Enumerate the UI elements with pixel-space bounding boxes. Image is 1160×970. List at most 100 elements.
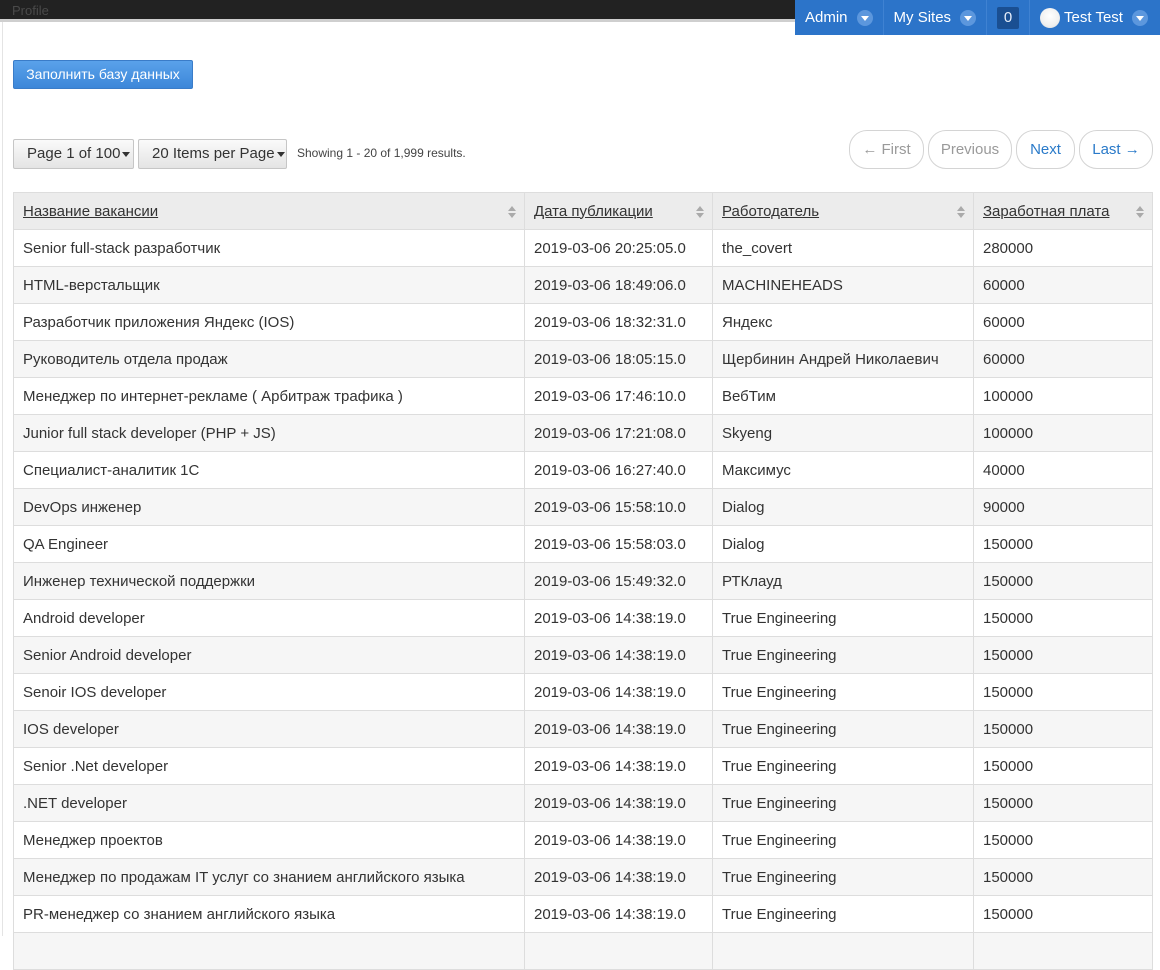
table-row[interactable]: Android developer 2019-03-06 14:38:19.0 Tr… <box>13 599 1153 637</box>
last-page-button[interactable]: Last → <box>1079 130 1153 169</box>
cell-salary: 150000 <box>973 636 1153 674</box>
fill-database-button[interactable]: Заполнить базу данных <box>13 60 193 89</box>
table-row[interactable]: .NET developer 2019-03-06 14:38:19.0 True … <box>13 784 1153 822</box>
cell-employer: Dialog <box>712 525 974 563</box>
column-header-date[interactable]: Дата публикации <box>524 192 713 230</box>
table-row[interactable]: PR-менеджер со знанием английского языка… <box>13 895 1153 933</box>
header-label: Работодатель <box>722 202 820 220</box>
column-header-salary[interactable]: Заработная плата <box>973 192 1153 230</box>
page-select[interactable]: Page 1 of 100 <box>13 139 134 169</box>
cell-salary: 90000 <box>973 488 1153 526</box>
table-row[interactable]: IOS developer 2019-03-06 14:38:19.0 True E… <box>13 710 1153 748</box>
table-row[interactable]: Разработчик приложения Яндекс (IOS) 2019-… <box>13 303 1153 341</box>
previous-page-button[interactable]: Previous <box>928 130 1012 169</box>
header-label: Заработная плата <box>983 202 1110 220</box>
items-per-page-select[interactable]: 20 Items per Page <box>138 139 287 169</box>
table-row[interactable] <box>13 932 1153 970</box>
dock-brand[interactable]: Profile <box>12 3 49 18</box>
cell-salary <box>973 932 1153 970</box>
cell-date: 2019-03-06 15:49:32.0 <box>524 562 713 600</box>
cell-salary: 150000 <box>973 895 1153 933</box>
cell-salary: 150000 <box>973 710 1153 748</box>
cell-title: Менеджер по интернет-рекламе ( Арбитраж … <box>13 377 525 415</box>
cell-salary: 150000 <box>973 747 1153 785</box>
cell-employer: True Engineering <box>712 636 974 674</box>
cell-title: IOS developer <box>13 710 525 748</box>
cell-title: Менеджер по продажам IT услуг со знанием… <box>13 858 525 896</box>
cell-date: 2019-03-06 14:38:19.0 <box>524 895 713 933</box>
notifications-button[interactable]: 0 <box>987 0 1031 35</box>
cell-date: 2019-03-06 14:38:19.0 <box>524 673 713 711</box>
cell-salary: 280000 <box>973 229 1153 267</box>
sort-icon <box>508 206 516 218</box>
table-row[interactable]: DevOps инженер 2019-03-06 15:58:10.0 Dialo… <box>13 488 1153 526</box>
my-sites-label: My Sites <box>893 9 952 26</box>
cell-date: 2019-03-06 18:49:06.0 <box>524 266 713 304</box>
table-row[interactable]: Senior full-stack разработчик 2019-03-06 … <box>13 229 1153 267</box>
my-sites-menu[interactable]: My Sites <box>884 0 988 35</box>
cell-date: 2019-03-06 18:32:31.0 <box>524 303 713 341</box>
cell-title <box>13 932 525 970</box>
user-menu[interactable]: Test Test <box>1030 0 1158 35</box>
chevron-down-icon <box>960 9 977 26</box>
next-page-button[interactable]: Next <box>1016 130 1075 169</box>
cell-salary: 150000 <box>973 858 1153 896</box>
table-row[interactable]: QA Engineer 2019-03-06 15:58:03.0 Dialog 15… <box>13 525 1153 563</box>
cell-title: Специалист-аналитик 1С <box>13 451 525 489</box>
cell-title: Senior full-stack разработчик <box>13 229 525 267</box>
chevron-down-icon <box>1131 9 1148 26</box>
table-row[interactable]: Менеджер по интернет-рекламе ( Арбитраж … <box>13 377 1153 415</box>
cell-salary: 150000 <box>973 525 1153 563</box>
cell-title: DevOps инженер <box>13 488 525 526</box>
cell-employer: MACHINEHEADS <box>712 266 974 304</box>
sort-icon <box>957 206 965 218</box>
first-page-button[interactable]: ← First <box>849 130 924 169</box>
cell-date: 2019-03-06 18:05:15.0 <box>524 340 713 378</box>
cell-salary: 40000 <box>973 451 1153 489</box>
table-row[interactable]: Senior Android developer 2019-03-06 14:38… <box>13 636 1153 674</box>
cell-date: 2019-03-06 14:38:19.0 <box>524 821 713 859</box>
column-header-employer[interactable]: Работодатель <box>712 192 974 230</box>
cell-title: Android developer <box>13 599 525 637</box>
cell-title: PR-менеджер со знанием английского языка <box>13 895 525 933</box>
sort-icon <box>1136 206 1144 218</box>
cell-salary: 150000 <box>973 673 1153 711</box>
column-header-title[interactable]: Название вакансии <box>13 192 525 230</box>
cell-date: 2019-03-06 14:38:19.0 <box>524 710 713 748</box>
sort-icon <box>696 206 704 218</box>
cell-date: 2019-03-06 14:38:19.0 <box>524 747 713 785</box>
table-body: Senior full-stack разработчик 2019-03-06 … <box>13 229 1153 970</box>
cell-salary: 150000 <box>973 599 1153 637</box>
cell-salary: 150000 <box>973 784 1153 822</box>
admin-menu[interactable]: Admin <box>795 0 884 35</box>
dock-panel: Admin My Sites 0 Test Test <box>795 0 1160 35</box>
cell-employer: Skyeng <box>712 414 974 452</box>
cell-title: QA Engineer <box>13 525 525 563</box>
cell-employer: Щербинин Андрей Николаевич <box>712 340 974 378</box>
table-row[interactable]: Senior .Net developer 2019-03-06 14:38:19… <box>13 747 1153 785</box>
table-row[interactable]: Junior full stack developer (PHP + JS) 20… <box>13 414 1153 452</box>
header-label: Название вакансии <box>23 202 159 220</box>
table-row[interactable]: Менеджер по продажам IT услуг со знанием… <box>13 858 1153 896</box>
avatar <box>1040 7 1061 28</box>
table-header-row: Название вакансии Дата публикации Работо… <box>13 192 1153 230</box>
table-row[interactable]: Senoir IOS developer 2019-03-06 14:38:19.… <box>13 673 1153 711</box>
table-row[interactable]: HTML-верстальщик 2019-03-06 18:49:06.0 MAC… <box>13 266 1153 304</box>
cell-title: Разработчик приложения Яндекс (IOS) <box>13 303 525 341</box>
cell-employer: ВебТим <box>712 377 974 415</box>
table-row[interactable]: Руководитель отдела продаж 2019-03-06 18:… <box>13 340 1153 378</box>
vacancies-table: Название вакансии Дата публикации Работо… <box>13 192 1153 970</box>
cell-date: 2019-03-06 15:58:10.0 <box>524 488 713 526</box>
admin-label: Admin <box>805 9 848 26</box>
table-row[interactable]: Инженер технической поддержки 2019-03-06 … <box>13 562 1153 600</box>
cell-title: Руководитель отдела продаж <box>13 340 525 378</box>
table-row[interactable]: Специалист-аналитик 1С 2019-03-06 16:27:4… <box>13 451 1153 489</box>
cell-date: 2019-03-06 14:38:19.0 <box>524 858 713 896</box>
table-row[interactable]: Менеджер проектов 2019-03-06 14:38:19.0 Tr… <box>13 821 1153 859</box>
cell-employer: True Engineering <box>712 858 974 896</box>
cell-employer: Dialog <box>712 488 974 526</box>
cell-salary: 150000 <box>973 821 1153 859</box>
page-select-label: Page 1 of 100 <box>27 145 121 162</box>
cell-salary: 100000 <box>973 414 1153 452</box>
cell-employer: True Engineering <box>712 673 974 711</box>
